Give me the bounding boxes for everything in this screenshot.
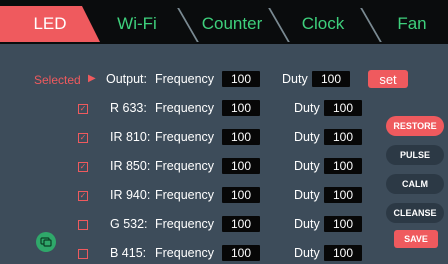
channel-checkbox[interactable]: ✓ bbox=[78, 133, 88, 143]
tab-clock[interactable]: Clock bbox=[280, 6, 366, 42]
calm-button[interactable]: CALM bbox=[386, 174, 444, 194]
channel-frequency-label: Frequency bbox=[155, 246, 215, 260]
channel-duty-label: Duty bbox=[294, 217, 320, 231]
output-duty-label: Duty bbox=[282, 72, 308, 86]
tab-led[interactable]: LED bbox=[0, 6, 100, 42]
set-button[interactable]: set bbox=[368, 70, 408, 88]
channel-duty-value[interactable]: 100 bbox=[324, 158, 362, 174]
check-icon: ✓ bbox=[79, 104, 87, 113]
channel-name: IR 940: bbox=[110, 188, 151, 202]
channel-duty-label: Duty bbox=[294, 246, 320, 260]
triangle-right-icon: ▶ bbox=[88, 73, 96, 84]
channel-name: IR 810: bbox=[110, 130, 151, 144]
output-duty-value[interactable]: 100 bbox=[312, 71, 350, 87]
channel-checkbox[interactable]: ✓ bbox=[78, 191, 88, 201]
check-icon: ✓ bbox=[79, 133, 87, 142]
channel-duty-value[interactable]: 100 bbox=[324, 129, 362, 145]
channel-checkbox[interactable] bbox=[78, 220, 88, 230]
channel-duty-label: Duty bbox=[294, 130, 320, 144]
output-label: Output: bbox=[106, 72, 147, 86]
selected-label: Selected bbox=[34, 73, 81, 87]
tab-bar: LED Wi-Fi Counter Clock Fan bbox=[0, 0, 448, 44]
channel-duty-value[interactable]: 100 bbox=[324, 216, 362, 232]
chat-bubble-icon[interactable] bbox=[36, 232, 56, 252]
restore-button[interactable]: RESTORE bbox=[386, 116, 444, 136]
tab-counter[interactable]: Counter bbox=[190, 6, 274, 42]
channel-frequency-value[interactable]: 100 bbox=[222, 100, 260, 116]
tab-wifi[interactable]: Wi-Fi bbox=[92, 6, 182, 42]
output-frequency-label: Frequency bbox=[155, 72, 215, 86]
channel-frequency-label: Frequency bbox=[155, 159, 215, 173]
channel-checkbox[interactable]: ✓ bbox=[78, 104, 88, 114]
channel-frequency-label: Frequency bbox=[155, 130, 215, 144]
channel-duty-value[interactable]: 100 bbox=[324, 100, 362, 116]
channel-frequency-value[interactable]: 100 bbox=[222, 158, 260, 174]
tab-fan[interactable]: Fan bbox=[376, 6, 448, 42]
channel-duty-value[interactable]: 100 bbox=[324, 187, 362, 203]
check-icon: ✓ bbox=[79, 191, 87, 200]
output-frequency-value[interactable]: 100 bbox=[222, 71, 260, 87]
channel-frequency-value[interactable]: 100 bbox=[222, 245, 260, 261]
channel-duty-label: Duty bbox=[294, 188, 320, 202]
channel-checkbox[interactable] bbox=[78, 249, 88, 259]
channel-duty-label: Duty bbox=[294, 101, 320, 115]
channel-name: G 532: bbox=[110, 217, 148, 231]
cleanse-button[interactable]: CLEANSE bbox=[386, 203, 444, 223]
channel-name: R 633: bbox=[110, 101, 147, 115]
pulse-button[interactable]: PULSE bbox=[386, 145, 444, 165]
channel-frequency-value[interactable]: 100 bbox=[222, 187, 260, 203]
channel-checkbox[interactable]: ✓ bbox=[78, 162, 88, 172]
check-icon: ✓ bbox=[79, 162, 87, 171]
channel-frequency-label: Frequency bbox=[155, 101, 215, 115]
save-button[interactable]: SAVE bbox=[394, 230, 438, 248]
channel-frequency-value[interactable]: 100 bbox=[222, 129, 260, 145]
channel-name: IR 850: bbox=[110, 159, 151, 173]
channel-name: B 415: bbox=[110, 246, 147, 260]
channel-frequency-value[interactable]: 100 bbox=[222, 216, 260, 232]
channel-frequency-label: Frequency bbox=[155, 217, 215, 231]
channel-frequency-label: Frequency bbox=[155, 188, 215, 202]
channel-duty-label: Duty bbox=[294, 159, 320, 173]
channel-duty-value[interactable]: 100 bbox=[324, 245, 362, 261]
